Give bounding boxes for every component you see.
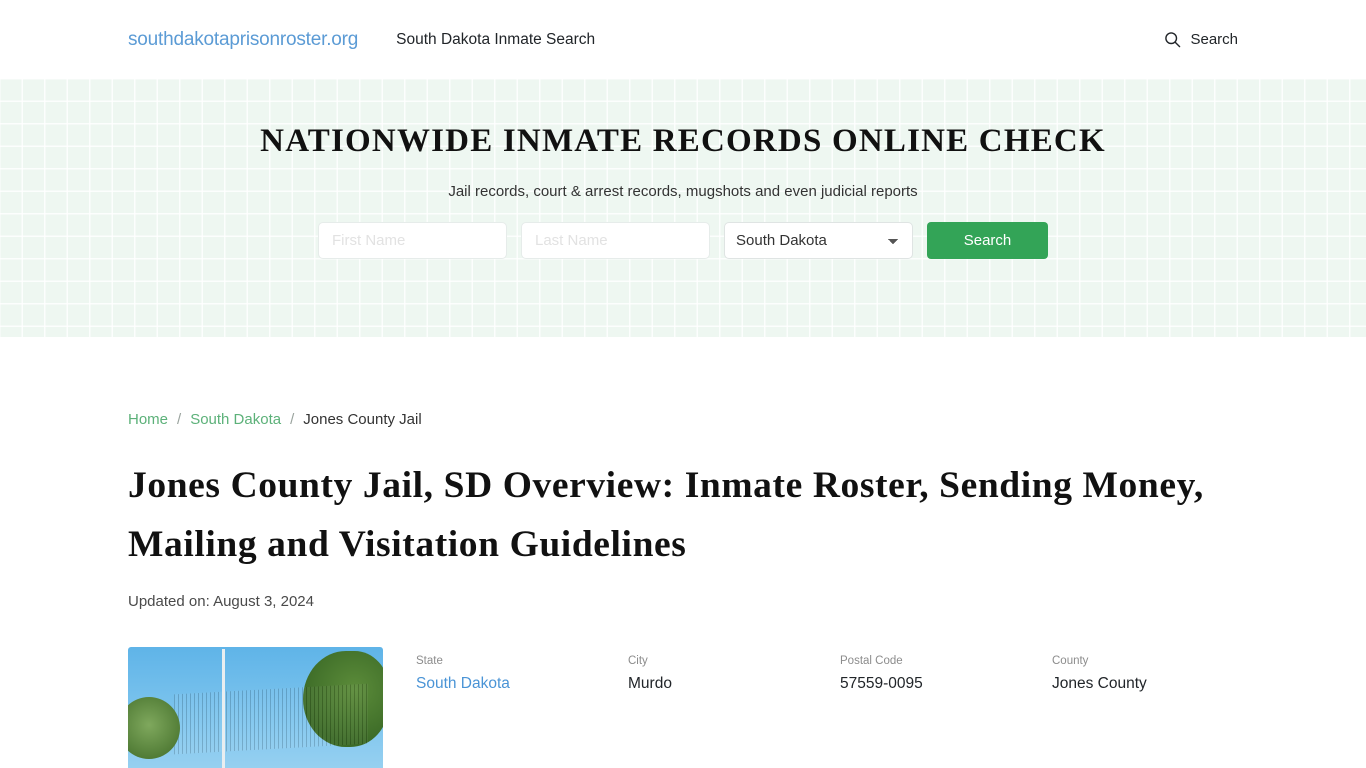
building-decoration bbox=[173, 683, 368, 755]
search-icon bbox=[1164, 31, 1181, 48]
info-label-county: County bbox=[1052, 655, 1089, 667]
main-content: Home / South Dakota / Jones County Jail Jone… bbox=[0, 337, 1366, 768]
breadcrumb-separator: / bbox=[177, 411, 182, 428]
facility-fields: State South Dakota City Murdo Postal Code 575… bbox=[416, 647, 1264, 695]
info-cell-postal-code: Postal Code 57559-0095 bbox=[840, 653, 1052, 695]
hero-banner: NATIONWIDE INMATE RECORDS ONLINE CHECK J… bbox=[0, 79, 1366, 337]
breadcrumb-item-home[interactable]: Home bbox=[128, 411, 168, 428]
info-link-state[interactable]: South Dakota bbox=[416, 675, 510, 692]
tree-left-decoration bbox=[128, 697, 180, 759]
breadcrumb-item-jones-county-jail: Jones County Jail bbox=[303, 411, 422, 428]
info-label-city: City bbox=[628, 655, 648, 667]
updated-date: Updated on: August 3, 2024 bbox=[128, 593, 314, 610]
flagpole-decoration bbox=[222, 649, 226, 768]
site-logo[interactable]: southdakotaprisonroster.org bbox=[128, 29, 358, 51]
site-header: southdakotaprisonroster.org South Dakota… bbox=[0, 0, 1366, 79]
first-name-input[interactable] bbox=[318, 222, 507, 260]
inmate-search-form: South Dakota Search bbox=[318, 222, 1048, 260]
header-search-button[interactable]: Search bbox=[1164, 31, 1238, 48]
page-title: Jones County Jail, SD Overview: Inmate R… bbox=[128, 465, 1204, 565]
info-value-city: Murdo bbox=[628, 675, 672, 692]
info-value-state: South Dakota bbox=[416, 672, 628, 695]
info-label-postal-code: Postal Code bbox=[840, 655, 903, 667]
hero-subtitle: Jail records, court & arrest records, mu… bbox=[448, 183, 918, 201]
state-select[interactable]: South Dakota bbox=[724, 222, 913, 260]
info-value-county: Jones County bbox=[1052, 675, 1147, 692]
info-cell-city: City Murdo bbox=[628, 653, 840, 695]
hero-search-button[interactable]: Search bbox=[927, 222, 1048, 260]
info-label-state: State bbox=[416, 655, 443, 667]
info-cell-state: State South Dakota bbox=[416, 653, 628, 695]
facility-photo bbox=[128, 647, 383, 768]
info-value-postal-code: 57559-0095 bbox=[840, 675, 923, 692]
hero-title: NATIONWIDE INMATE RECORDS ONLINE CHECK bbox=[260, 123, 1106, 159]
last-name-input[interactable] bbox=[521, 222, 710, 260]
header-search-label: Search bbox=[1190, 31, 1238, 48]
info-cell-county: County Jones County bbox=[1052, 653, 1264, 695]
facility-info-row: State South Dakota City Murdo Postal Code 575… bbox=[128, 647, 1238, 768]
breadcrumb: Home / South Dakota / Jones County Jail bbox=[128, 337, 1238, 428]
breadcrumb-item-south-dakota[interactable]: South Dakota bbox=[190, 411, 281, 428]
nav-link-inmate-search[interactable]: South Dakota Inmate Search bbox=[396, 31, 595, 49]
breadcrumb-separator: / bbox=[290, 411, 295, 428]
